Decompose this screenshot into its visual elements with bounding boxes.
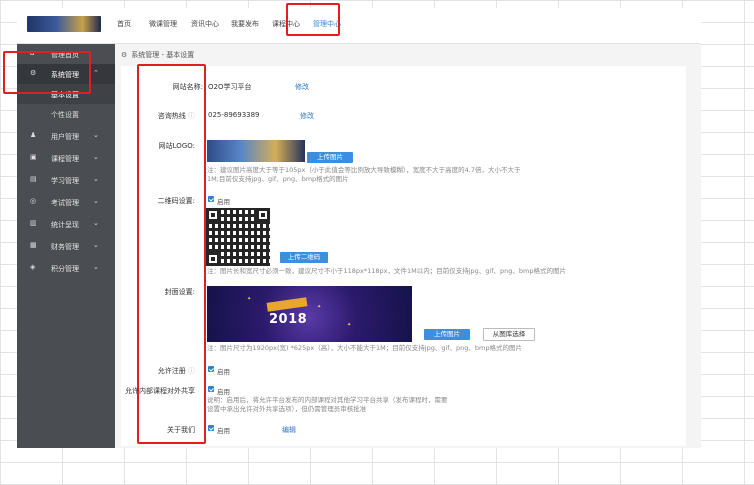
study-icon: ▤ — [30, 175, 37, 183]
logo-tip-line2: 1M;目前仅支持jpg、gif、png、bmp格式的图片 — [207, 175, 349, 183]
chart-icon: ▥ — [30, 219, 37, 227]
label-site-name: 网站名称: — [172, 83, 203, 91]
sidebar-item-points[interactable]: ◈ 积分管理 ⌄ — [17, 258, 115, 278]
points-icon: ◈ — [30, 263, 36, 271]
course-share-checkbox[interactable] — [208, 386, 214, 392]
site-name-value: O2O学习平台 — [208, 83, 252, 91]
nav-news[interactable]: 资讯中心 — [191, 19, 219, 29]
cover-image: 2018 ✦ ✦ ✦ — [207, 286, 412, 342]
chevron-down-icon: ⌄ — [93, 197, 99, 205]
allow-register-label: 启用 — [217, 368, 230, 376]
qr-finder — [206, 208, 220, 222]
chevron-down-icon: ⌄ — [93, 219, 99, 227]
label-qrcode: 二维码设置: — [157, 197, 195, 205]
course-share-label: 启用 — [217, 388, 230, 396]
sidebar-item-label: 学习管理 — [51, 177, 79, 185]
sidebar-item-users[interactable]: ♟ 用户管理 ⌄ — [17, 126, 115, 146]
label-cover: 封面设置: — [164, 288, 195, 296]
cover-banner-shape — [266, 297, 308, 312]
upload-cover-button[interactable]: 上传图片 — [424, 329, 470, 340]
sidebar-item-label: 财务管理 — [51, 243, 79, 251]
chevron-down-icon: ⌄ — [93, 153, 99, 161]
label-hotline: 咨询热线 ⓘ — [157, 112, 195, 120]
info-icon: ⓘ — [188, 367, 195, 375]
chevron-up-icon: ⌃ — [93, 69, 99, 77]
course-share-tip-line1: 说明：启用后，将允许平台发布的内部课程对其他学习平台共享（发布课程时，需要 — [207, 396, 448, 404]
finance-icon: ▦ — [30, 241, 37, 249]
upload-logo-button[interactable]: 上传图片 — [307, 152, 353, 163]
allow-register-checkbox[interactable] — [208, 366, 214, 372]
site-name-edit-link[interactable]: 修改 — [295, 82, 309, 92]
sidebar-item-label: 考试管理 — [51, 199, 79, 207]
qrcode-enable-label: 启用 — [217, 198, 230, 206]
qrcode-tip: 注：图片长和宽尺寸必须一致，建议尺寸不小于118px*118px，文件1M以内；… — [207, 267, 566, 275]
logo-tip-line1: 注：建议图片高度大于等于105px（小于此值会等比例放大导致模糊），宽度不大于高… — [207, 166, 521, 174]
qr-finder — [256, 208, 270, 222]
nav-microcourse[interactable]: 微课管理 — [149, 19, 177, 29]
sidebar-item-courses[interactable]: ▣ 课程管理 ⌄ — [17, 148, 115, 168]
star-icon: ✦ — [347, 322, 352, 328]
top-bar: 首页 微课管理 资讯中心 我要发布 课程中心 管理中心 — [17, 8, 701, 44]
sidebar-item-label: 课程管理 — [51, 155, 79, 163]
choose-from-library-button[interactable]: 从图库选择 — [483, 328, 535, 341]
label-allow-register: 允许注册 ⓘ — [157, 367, 195, 375]
cover-tip: 注：图片尺寸为1920px(宽) *625px（高），大小不能大于1M；目前仅支… — [207, 344, 523, 352]
qrcode-enable-checkbox[interactable] — [208, 196, 214, 202]
chevron-down-icon: ⌄ — [93, 131, 99, 139]
highlight-box-nav — [286, 3, 340, 36]
breadcrumb-text: 系统管理 - 基本设置 — [131, 51, 195, 59]
info-icon: ⓘ — [188, 112, 195, 120]
sidebar-subitem-label: 个性设置 — [51, 111, 79, 119]
chevron-down-icon: ⌄ — [93, 241, 99, 249]
course-share-tip-line2: 设置中承出允许对外共享选项），但仍需管理员审核批准 — [207, 405, 367, 413]
sidebar-subitem-personal-settings[interactable]: 个性设置 — [17, 104, 115, 124]
label-logo: 网站LOGO: — [158, 142, 195, 150]
sidebar-item-study[interactable]: ▤ 学习管理 ⌄ — [17, 170, 115, 190]
chevron-down-icon: ⌄ — [93, 263, 99, 271]
qrcode-image — [206, 208, 270, 266]
hotline-value: 025-89693389 — [208, 111, 260, 119]
gear-icon: ⚙ — [121, 51, 128, 59]
sidebar-item-label: 统计呈现 — [51, 221, 79, 229]
sidebar-item-exams[interactable]: ◎ 考试管理 ⌄ — [17, 192, 115, 212]
logo-preview-image — [207, 140, 305, 162]
highlight-box-sidebar — [3, 51, 91, 94]
label-about: 关于我们 — [167, 426, 195, 434]
breadcrumb: ⚙ 系统管理 - 基本设置 — [121, 50, 194, 60]
cover-year-text: 2018 — [269, 312, 308, 327]
about-enable-checkbox[interactable] — [208, 425, 214, 431]
upload-qrcode-button[interactable]: 上传二维码 — [280, 252, 328, 263]
star-icon: ✦ — [317, 304, 322, 310]
chevron-down-icon: ⌄ — [93, 175, 99, 183]
about-enable-label: 启用 — [217, 427, 230, 435]
nav-home[interactable]: 首页 — [117, 19, 131, 29]
about-edit-link[interactable]: 编辑 — [282, 425, 296, 435]
user-icon: ♟ — [30, 131, 37, 139]
nav-publish[interactable]: 我要发布 — [231, 19, 259, 29]
brand-logo[interactable] — [27, 16, 101, 32]
label-course-share: 允许内部课程对外共享 — [125, 387, 195, 395]
star-icon: ✦ — [247, 296, 252, 302]
sidebar-item-label: 积分管理 — [51, 265, 79, 273]
qr-finder — [206, 252, 220, 266]
sidebar-item-label: 用户管理 — [51, 133, 79, 141]
sidebar-item-statistics[interactable]: ▥ 统计呈现 ⌄ — [17, 214, 115, 234]
hotline-edit-link[interactable]: 修改 — [300, 111, 314, 121]
exam-icon: ◎ — [30, 197, 37, 205]
app-window: 首页 微课管理 资讯中心 我要发布 课程中心 管理中心 ⌂ 管理首页 ⚙ 系统管… — [17, 8, 701, 448]
sidebar: ⌂ 管理首页 ⚙ 系统管理 ⌃ 基本设置 个性设置 ♟ 用户管理 ⌄ ▣ 课程管… — [17, 44, 115, 448]
course-icon: ▣ — [30, 153, 37, 161]
sidebar-item-finance[interactable]: ▦ 财务管理 ⌄ — [17, 236, 115, 256]
